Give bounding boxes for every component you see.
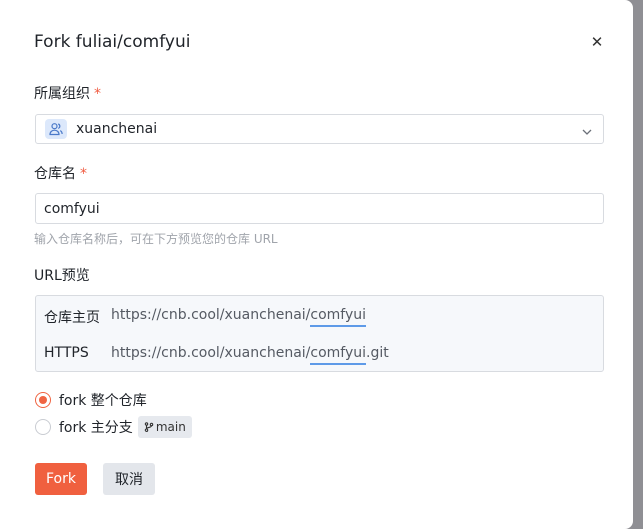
https-url-key: HTTPS <box>44 345 89 361</box>
https-url-suffix: .git <box>366 345 389 361</box>
branch-tag: main <box>137 416 192 438</box>
repo-name-input[interactable] <box>35 193 604 224</box>
radio-checked[interactable] <box>35 392 51 408</box>
users-icon <box>45 119 67 139</box>
dialog-title: Fork fuliai/comfyui <box>34 32 191 52</box>
option-fork-main[interactable]: fork 主分支 main <box>35 416 192 438</box>
option-main-label: fork 主分支 <box>59 420 133 436</box>
https-url-prefix: https://cnb.cool/xuanchenai/ <box>111 345 311 361</box>
home-url-prefix: https://cnb.cool/xuanchenai/ <box>111 307 311 323</box>
repo-name-label: 仓库名 * <box>34 163 87 183</box>
chevron-down-icon <box>581 123 593 142</box>
org-label-text: 所属组织 <box>34 86 90 102</box>
branch-tag-label: main <box>155 420 186 434</box>
https-url-value: https://cnb.cool/xuanchenai/comfyui.git <box>111 345 389 365</box>
repo-name-hint: 输入仓库名称后，可在下方预览您的仓库 URL <box>34 232 278 246</box>
option-whole-label: fork 整个仓库 <box>59 393 147 409</box>
org-label: 所属组织 * <box>34 83 101 103</box>
radio-unchecked[interactable] <box>35 419 51 435</box>
https-url-repo: comfyui <box>310 345 367 365</box>
repo-name-label-text: 仓库名 <box>34 166 76 182</box>
branch-icon <box>144 422 154 432</box>
fork-dialog: Fork fuliai/comfyui ✕ 所属组织 * xuanchenai 仓… <box>0 0 633 529</box>
required-mark: * <box>94 86 101 102</box>
org-select[interactable]: xuanchenai <box>35 114 604 144</box>
cancel-button[interactable]: 取消 <box>103 463 155 495</box>
option-fork-whole[interactable]: fork 整个仓库 <box>35 391 147 409</box>
home-url-value: https://cnb.cool/xuanchenai/comfyui <box>111 307 367 327</box>
url-preview-box: 仓库主页 https://cnb.cool/xuanchenai/comfyui… <box>35 295 604 372</box>
required-mark: * <box>80 166 87 182</box>
home-url-repo: comfyui <box>310 307 367 327</box>
close-icon[interactable]: ✕ <box>588 32 606 52</box>
fork-button[interactable]: Fork <box>35 463 87 495</box>
org-select-value: xuanchenai <box>76 121 158 137</box>
url-preview-label: URL预览 <box>34 268 90 284</box>
home-url-key: 仓库主页 <box>44 310 100 326</box>
